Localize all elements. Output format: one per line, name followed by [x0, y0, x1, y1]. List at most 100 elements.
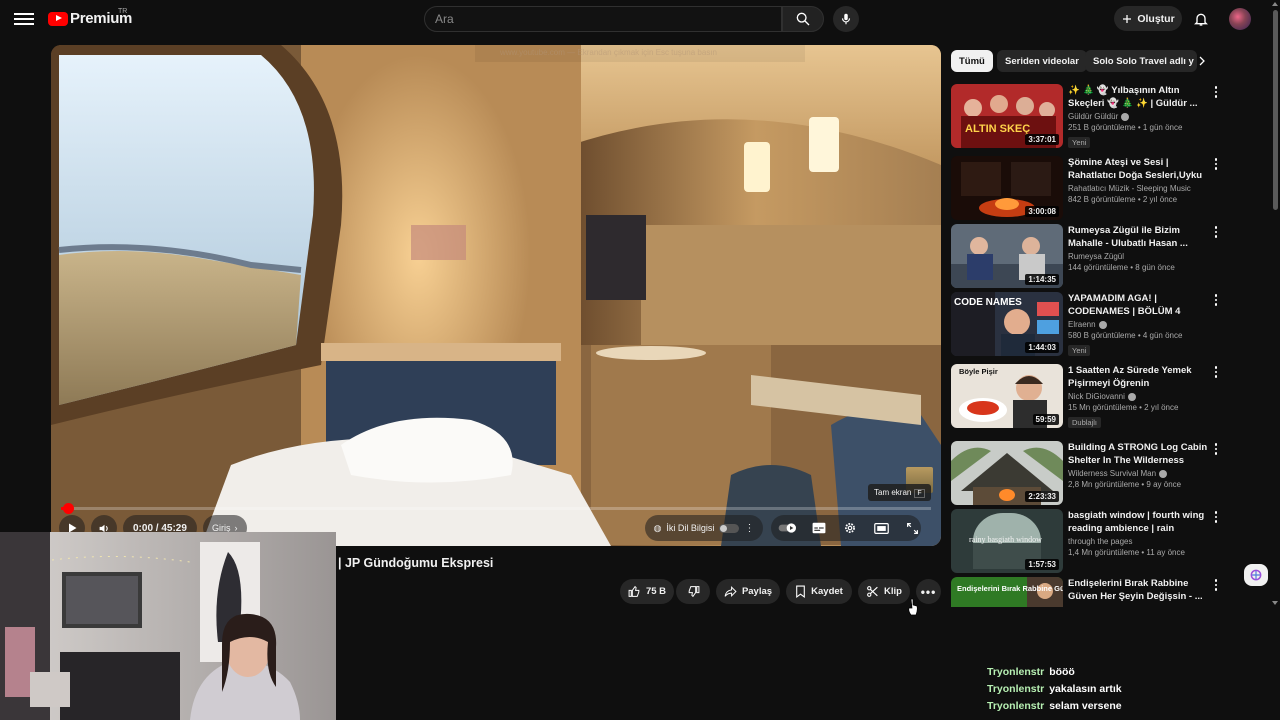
more-actions-button[interactable]: •••	[916, 579, 941, 604]
more-options-icon[interactable]	[1212, 84, 1220, 100]
list-item[interactable]: 3:00:08 Şömine Ateşi ve Sesi | Rahatlatı…	[951, 156, 1241, 220]
video-title[interactable]: basgiath window | fourth wing reading am…	[1068, 509, 1208, 535]
video-title[interactable]: YAPAMADIM AGA! | CODENAMES | BÖLÜM 4	[1068, 292, 1208, 318]
video-thumbnail[interactable]: Böyle Pişir 59:59	[951, 364, 1063, 428]
video-thumbnail[interactable]: rainy basgiath window 1:57:53	[951, 509, 1063, 573]
list-item[interactable]: 2:23:33 Building A STRONG Log Cabin Shel…	[951, 441, 1241, 505]
subtitles-button[interactable]	[806, 515, 832, 541]
channel-name[interactable]: Nick DiGiovanni	[1068, 392, 1208, 401]
channel-name[interactable]: Wilderness Survival Man	[1068, 469, 1208, 478]
scrollbar-thumb[interactable]	[1273, 10, 1278, 210]
voice-search-button[interactable]	[833, 6, 859, 32]
like-count: 75 B	[645, 586, 667, 597]
progress-bar[interactable]	[61, 503, 931, 514]
channel-name[interactable]: Rahatlatıcı Müzik - Sleeping Music	[1068, 184, 1208, 193]
page-scrollbar[interactable]	[1271, 0, 1280, 610]
like-button[interactable]: 75 B	[620, 579, 674, 604]
channel-label: through the pages	[1068, 537, 1133, 546]
duration-badge: 3:00:08	[1025, 206, 1059, 217]
video-title[interactable]: 1 Saatten Az Sürede Yemek Pişirmeyi Öğre…	[1068, 364, 1208, 390]
video-thumbnail[interactable]: ALTIN SKEÇ 3:37:01	[951, 84, 1063, 148]
more-options-icon[interactable]	[1212, 224, 1220, 240]
duration-badge: 1:57:53	[1025, 559, 1059, 570]
more-options-icon[interactable]	[1212, 156, 1220, 172]
thumbs-up-icon	[628, 585, 640, 597]
more-vertical-icon[interactable]: ⋮	[744, 523, 754, 534]
share-label: Paylaş	[741, 586, 773, 597]
list-item[interactable]: Endişelerini Bırak Rabbine Güven Her Şey…	[951, 577, 1241, 607]
channel-name[interactable]: Güldür Güldür	[1068, 112, 1208, 121]
video-frame-train-cabin	[51, 45, 941, 546]
search-input[interactable]	[425, 7, 781, 31]
channel-name[interactable]: through the pages	[1068, 537, 1208, 546]
chip-series-videos[interactable]: Seriden videolar	[997, 50, 1087, 72]
chat-text: yakalasın artık	[1049, 683, 1122, 695]
video-thumbnail[interactable]: 2:23:33	[951, 441, 1063, 505]
video-title[interactable]: Endişelerini Bırak Rabbine Güven Her Şey…	[1068, 577, 1208, 603]
create-button[interactable]: Oluştur	[1114, 6, 1182, 31]
thumb-title: Endişelerini Bırak Rabbine Güven Her Şey…	[957, 584, 1063, 593]
video-info: basgiath window | fourth wing reading am…	[1068, 509, 1208, 557]
hamburger-menu-icon[interactable]	[14, 10, 34, 28]
video-title[interactable]: Building A STRONG Log Cabin Shelter In T…	[1068, 441, 1208, 467]
chevron-right-icon[interactable]	[1196, 55, 1208, 67]
more-options-icon[interactable]	[1212, 292, 1220, 308]
fullscreen-tooltip-label: Tam ekran	[874, 488, 912, 497]
youtube-premium-logo[interactable]: Premium TR	[48, 8, 132, 27]
settings-button[interactable]	[837, 515, 863, 541]
account-avatar[interactable]	[1229, 8, 1251, 30]
video-thumbnail[interactable]: Endişelerini Bırak Rabbine Güven Her Şey…	[951, 577, 1063, 607]
duration-badge: 59:59	[1032, 414, 1059, 425]
ai-assistant-button[interactable]	[1244, 564, 1268, 586]
chip-all[interactable]: Tümü	[951, 50, 993, 72]
bell-icon	[1194, 13, 1208, 26]
chat-text: selam versene	[1049, 700, 1122, 712]
channel-name[interactable]: Elraenn	[1068, 320, 1208, 329]
video-title[interactable]: Şömine Ateşi ve Sesi | Rahatlatıcı Doğa …	[1068, 156, 1208, 182]
stream-chat-overlay: Tryonlenstr bööö Tryonlenstr yakalasın art…	[987, 664, 1267, 715]
exit-fullscreen-button[interactable]	[899, 515, 925, 541]
list-item[interactable]: ALTIN SKEÇ 3:37:01 ✨ 🎄 👻 Yılbaşının Altı…	[951, 84, 1241, 148]
video-player[interactable]: www.youtube.com — Ekrandan çıkmak için E…	[51, 45, 941, 546]
list-item[interactable]: 1:14:35 Rumeysa Zügül ile Bizim Mahalle …	[951, 224, 1241, 288]
channel-label: Rahatlatıcı Müzik - Sleeping Music	[1068, 184, 1191, 193]
save-button[interactable]: Kaydet	[786, 579, 852, 604]
fullscreen-icon	[906, 522, 918, 534]
dubbing-switch[interactable]	[719, 523, 740, 533]
top-bar: Premium TR Oluştur	[0, 0, 1280, 38]
video-info: ✨ 🎄 👻 Yılbaşının Altın Skeçleri 👻 🎄 ✨ | …	[1068, 84, 1208, 150]
video-title[interactable]: Rumeysa Zügül ile Bizim Mahalle - Ulubat…	[1068, 224, 1208, 250]
list-item[interactable]: CODE NAMES 1:44:03 YAPAMADIM AGA! | CODE…	[951, 292, 1241, 356]
video-meta: 1,4 Mn görüntüleme • 11 ay önce	[1068, 548, 1185, 557]
list-item[interactable]: Böyle Pişir 59:59 1 Saatten Az Sürede Ye…	[951, 364, 1241, 428]
list-item[interactable]: rainy basgiath window 1:57:53 basgiath w…	[951, 509, 1241, 573]
progress-scrubber[interactable]	[63, 503, 74, 514]
video-info: Endişelerini Bırak Rabbine Güven Her Şey…	[1068, 577, 1208, 603]
video-thumbnail[interactable]: 1:14:35	[951, 224, 1063, 288]
channel-label: Güldür Güldür	[1068, 112, 1119, 121]
more-options-icon[interactable]	[1212, 577, 1220, 593]
more-options-icon[interactable]	[1212, 364, 1220, 380]
scroll-up-arrow-icon[interactable]	[1272, 2, 1278, 6]
video-title[interactable]: ✨ 🎄 👻 Yılbaşının Altın Skeçleri 👻 🎄 ✨ | …	[1068, 84, 1208, 110]
chip-channel[interactable]: Solo Solo Travel adlı y	[1085, 50, 1197, 72]
channel-name[interactable]: Rumeysa Zügül	[1068, 252, 1208, 261]
scroll-down-arrow-icon[interactable]	[1272, 601, 1278, 605]
video-info: Şömine Ateşi ve Sesi | Rahatlatıcı Doğa …	[1068, 156, 1208, 204]
more-options-icon[interactable]	[1212, 441, 1220, 457]
chat-username: Tryonlenstr	[987, 666, 1045, 678]
notifications-button[interactable]	[1190, 8, 1212, 30]
dislike-button[interactable]	[676, 579, 710, 604]
search-button[interactable]	[782, 6, 824, 32]
more-options-icon[interactable]	[1212, 509, 1220, 525]
chat-message: Tryonlenstr yakalasın artık	[987, 681, 1267, 698]
clip-button[interactable]: Klip	[858, 579, 910, 604]
theater-mode-button[interactable]	[868, 515, 894, 541]
new-badge: Yeni	[1068, 345, 1091, 356]
dubbing-toggle[interactable]: ◍ İki Dil Bilgisi ⋮	[645, 515, 763, 541]
share-button[interactable]: Paylaş	[716, 579, 780, 604]
video-thumbnail[interactable]: 3:00:08	[951, 156, 1063, 220]
autoplay-toggle[interactable]	[775, 515, 801, 541]
thumb-title: rainy basgiath window	[969, 535, 1042, 544]
video-thumbnail[interactable]: CODE NAMES 1:44:03	[951, 292, 1063, 356]
